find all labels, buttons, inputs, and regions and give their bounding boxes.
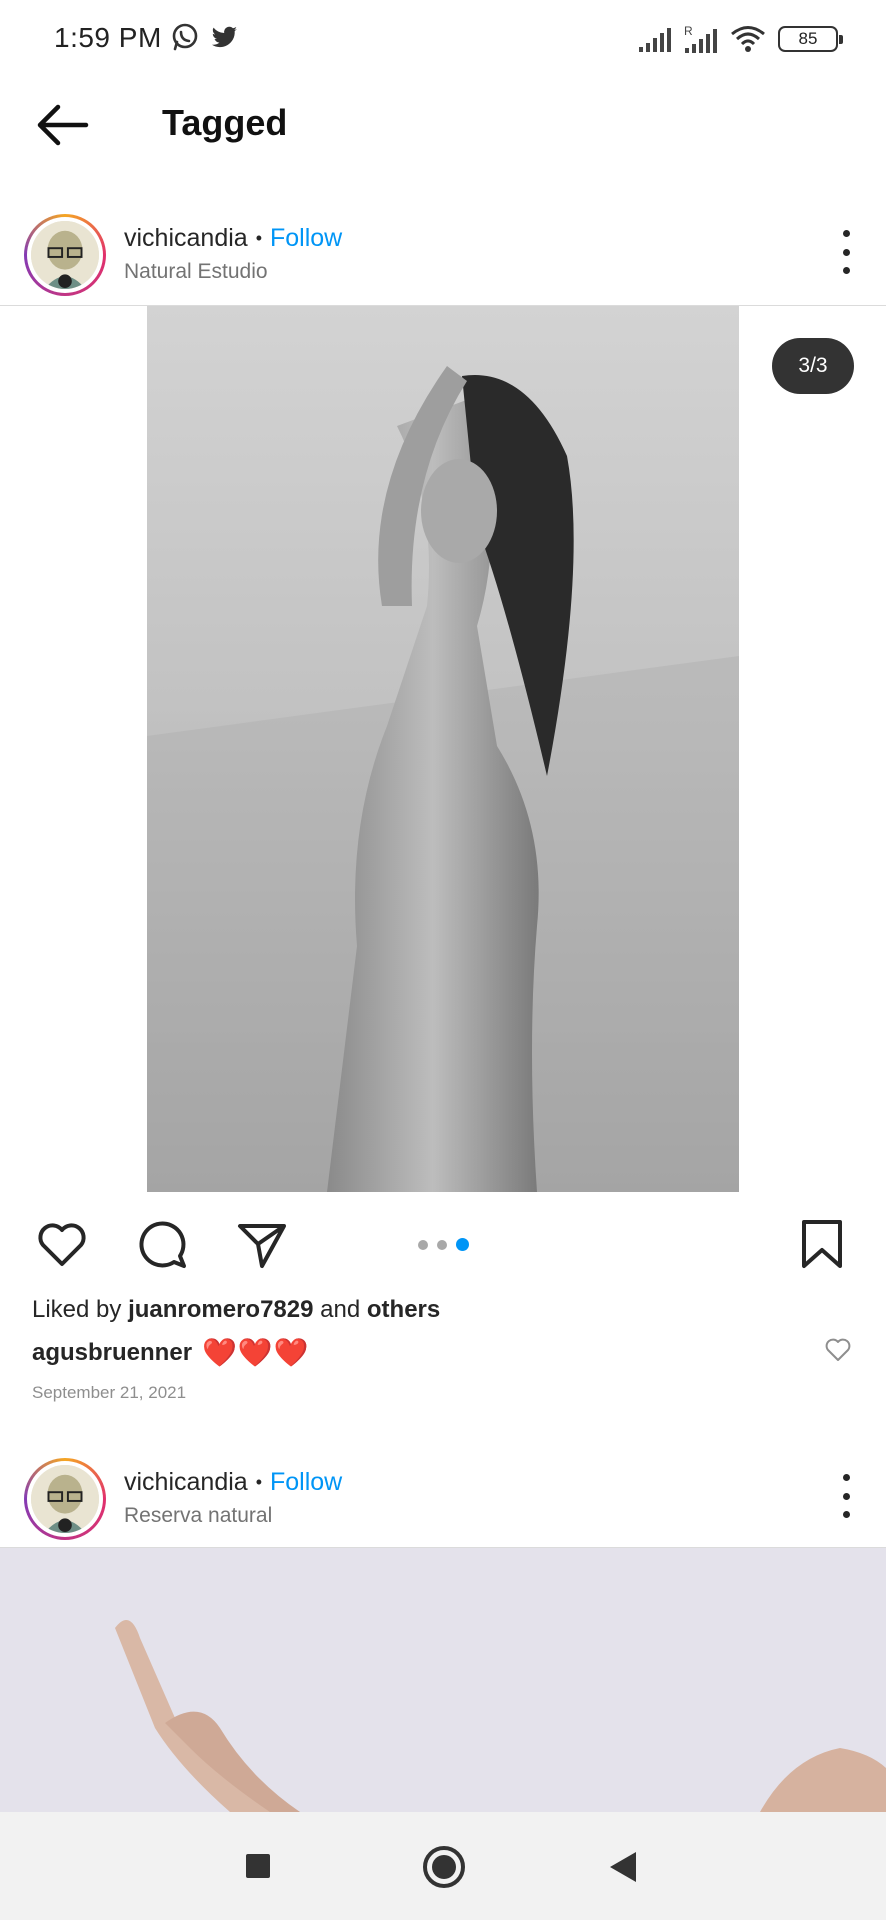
more-dot-icon (842, 1511, 850, 1518)
svg-text:R: R (684, 24, 693, 38)
carousel-dots (418, 1238, 469, 1251)
liked-by-user[interactable]: juanromero7829 (128, 1296, 313, 1323)
post-header: vichicandia • Follow Natural Estudio (0, 202, 886, 298)
more-options-button[interactable] (836, 230, 856, 274)
app-header: Tagged (0, 78, 886, 174)
location-label[interactable]: Natural Estudio (124, 260, 268, 284)
post-photo[interactable] (0, 1548, 886, 1812)
follow-button[interactable]: Follow (270, 1468, 342, 1497)
wifi-icon (731, 26, 765, 52)
signal-icon (639, 28, 671, 52)
location-label[interactable]: Reserva natural (124, 1504, 272, 1528)
system-nav-bar (0, 1812, 886, 1920)
carousel-counter: 3/3 (772, 338, 854, 394)
carousel-dot (418, 1239, 428, 1250)
more-dot-icon (842, 1474, 850, 1481)
photo-image (0, 1548, 886, 1812)
home-icon[interactable] (423, 1846, 465, 1888)
comment-row: agusbruenner ❤️❤️❤️ (32, 1336, 310, 1369)
post-actions (0, 1208, 886, 1274)
post-header: vichicandia • Follow Reserva natural (0, 1446, 886, 1542)
recents-icon[interactable] (246, 1854, 270, 1878)
likes-text[interactable]: Liked by juanromero7829 and others (32, 1296, 440, 1324)
avatar-image (31, 221, 99, 289)
page-title: Tagged (162, 102, 288, 143)
comment-text: ❤️❤️❤️ (202, 1337, 310, 1368)
avatar-image (31, 1465, 99, 1533)
bookmark-icon[interactable] (794, 1216, 850, 1272)
more-dot-icon (842, 230, 850, 237)
follow-button[interactable]: Follow (270, 224, 342, 253)
status-time: 1:59 PM (54, 22, 162, 53)
battery-icon: 85 (778, 26, 843, 52)
likes-others[interactable]: others (367, 1296, 440, 1323)
back-triangle-icon[interactable] (610, 1852, 636, 1882)
username[interactable]: vichicandia (124, 1468, 248, 1497)
avatar[interactable] (24, 1458, 106, 1540)
carousel-dot-active (456, 1238, 469, 1251)
separator: • (255, 228, 262, 248)
more-dot-icon (842, 1492, 850, 1500)
post-date: September 21, 2021 (32, 1383, 187, 1402)
twitter-icon (212, 26, 237, 48)
battery-level: 85 (798, 29, 818, 48)
arrow-left-icon[interactable] (34, 100, 90, 150)
photo-image (147, 306, 739, 1192)
more-dot-icon (842, 267, 850, 274)
avatar[interactable] (24, 214, 106, 296)
heart-icon[interactable] (34, 1216, 90, 1272)
status-bar: 1:59 PM R 85 (0, 0, 886, 78)
more-dot-icon (842, 248, 850, 256)
post-photo[interactable] (147, 306, 739, 1192)
signal-roaming-icon: R (684, 24, 717, 53)
comment-heart-icon[interactable] (824, 1336, 852, 1364)
carousel-dot (437, 1239, 447, 1250)
share-icon[interactable] (234, 1216, 290, 1272)
username[interactable]: vichicandia (124, 224, 248, 253)
comment-username[interactable]: agusbruenner (32, 1339, 192, 1367)
separator: • (255, 1472, 262, 1492)
more-options-button[interactable] (836, 1474, 856, 1518)
whatsapp-icon (172, 23, 198, 51)
comment-icon[interactable] (134, 1216, 190, 1272)
